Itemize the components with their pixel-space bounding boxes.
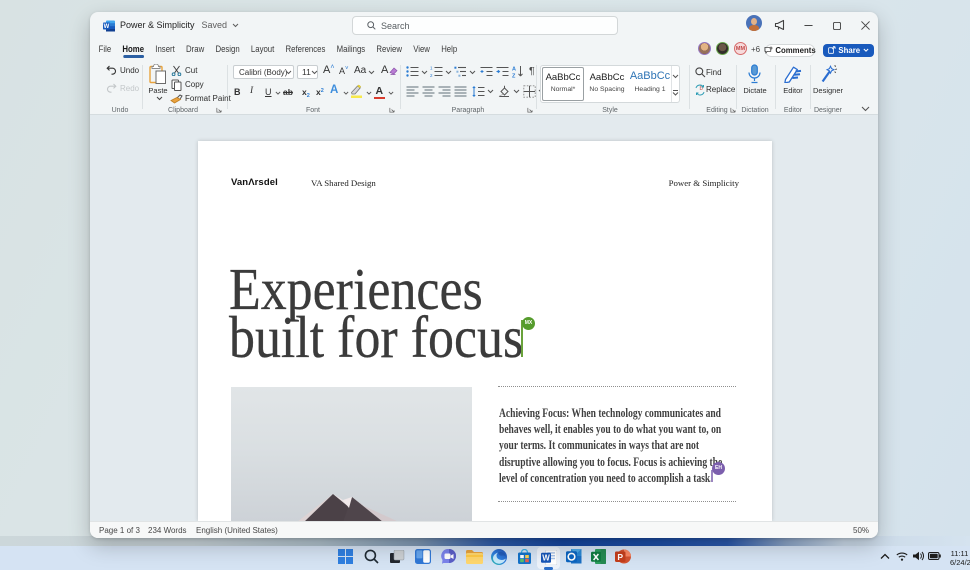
svg-text:P: P	[617, 552, 623, 562]
svg-text:A: A	[512, 66, 516, 72]
svg-text:W: W	[104, 24, 110, 30]
svg-text:W: W	[542, 554, 550, 563]
svg-text:1: 1	[430, 66, 433, 70]
svg-text:Z: Z	[512, 73, 516, 78]
svg-text:2: 2	[430, 73, 433, 77]
